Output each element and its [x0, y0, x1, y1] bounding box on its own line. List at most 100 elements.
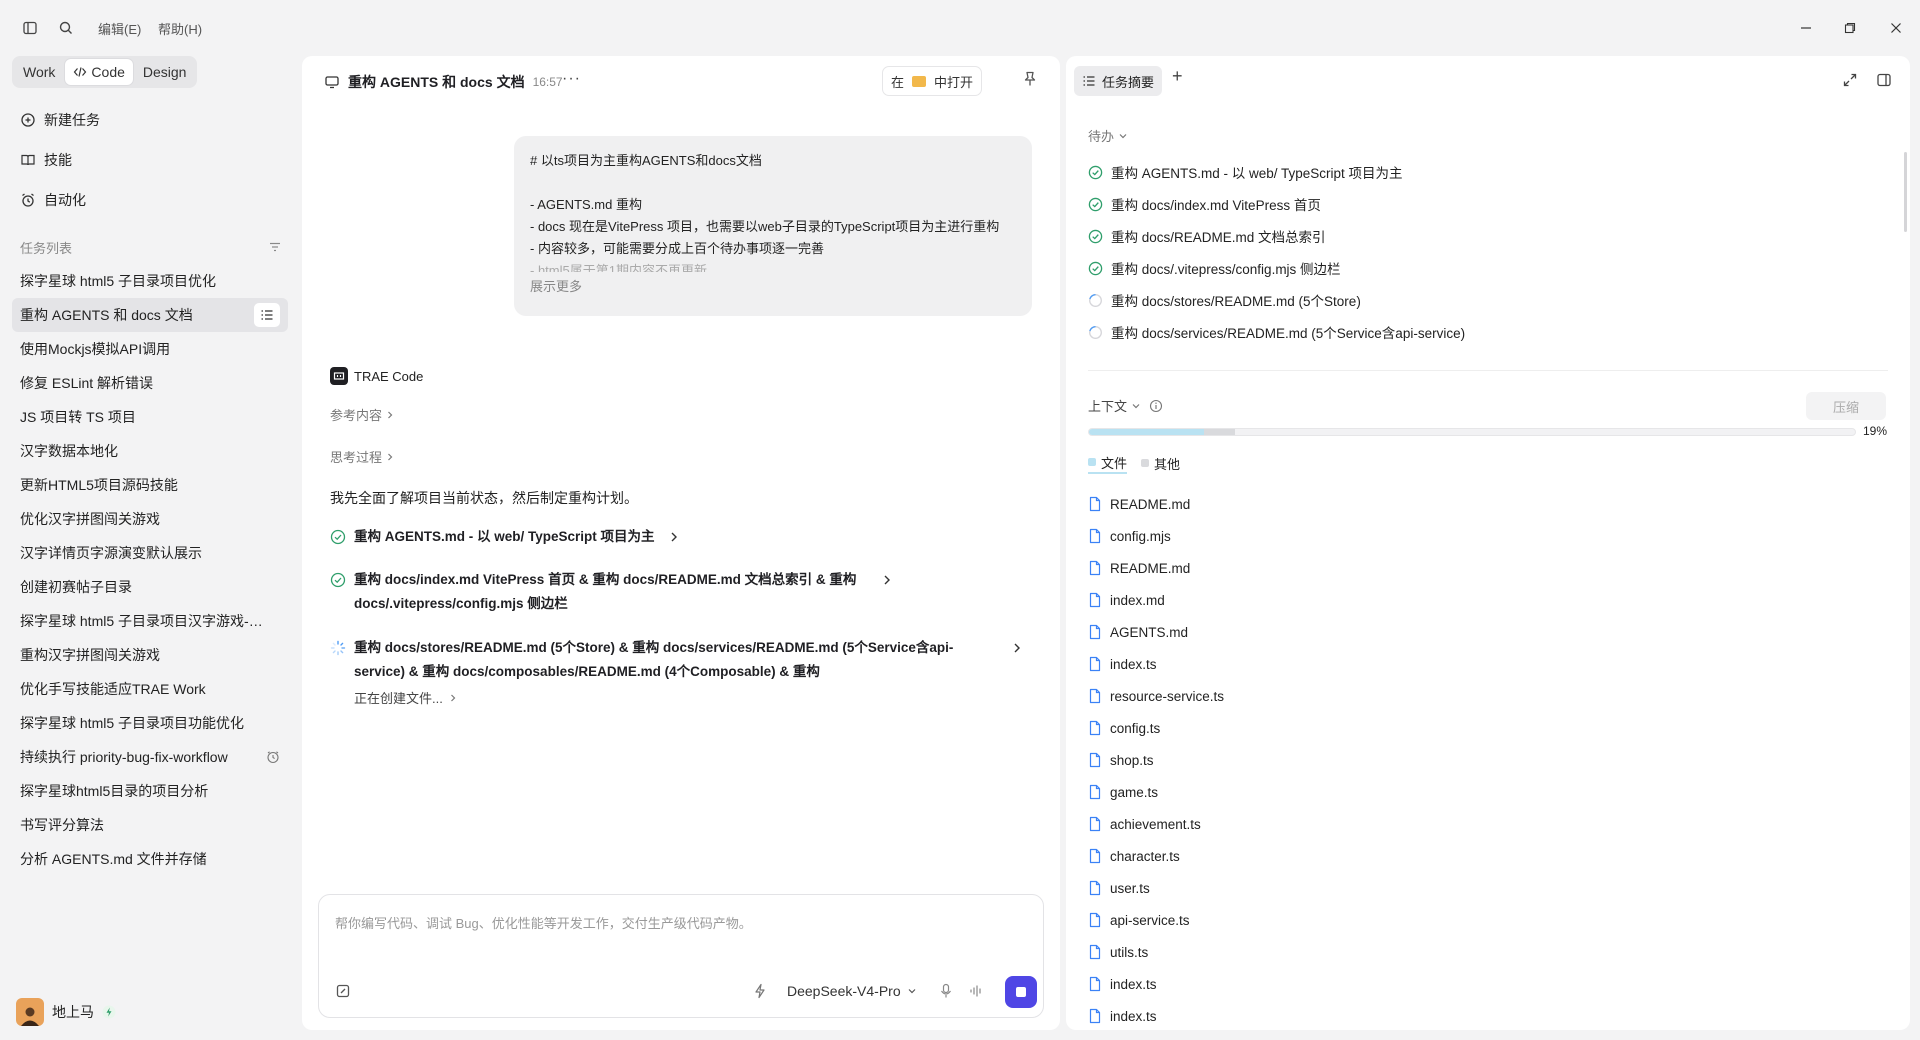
- user-message-line: # 以ts项目为主重构AGENTS和docs文档: [530, 153, 762, 168]
- sidebar: Work Code Design 新建任务 技能 自动化 任务列表 探字星球 h…: [0, 56, 300, 1040]
- scrollbar[interactable]: [1904, 152, 1907, 232]
- file-icon: [1088, 944, 1102, 960]
- task-list-item[interactable]: 探字星球 html5 子目录项目优化: [12, 264, 288, 298]
- plan-step[interactable]: 重构 docs/stores/README.md (5个Store) & 重构 …: [330, 636, 1030, 684]
- task-list-item[interactable]: 重构汉字拼图闯关游戏: [12, 638, 288, 672]
- context-file-item[interactable]: game.ts: [1088, 776, 1788, 808]
- lightning-icon[interactable]: [753, 983, 767, 999]
- context-file-item[interactable]: resource-service.ts: [1088, 680, 1788, 712]
- edit-note-icon[interactable]: [335, 983, 351, 999]
- task-list-item[interactable]: JS 项目转 TS 项目: [12, 400, 288, 434]
- new-task-button[interactable]: 新建任务: [20, 108, 100, 132]
- task-list-item[interactable]: 更新HTML5项目源码技能: [12, 468, 288, 502]
- mode-design-button[interactable]: Design: [135, 59, 195, 85]
- plan-step[interactable]: 重构 AGENTS.md - 以 web/ TypeScript 项目为主: [330, 525, 1030, 549]
- task-list-item[interactable]: 探字星球 html5 子目录项目功能优化: [12, 706, 288, 740]
- context-file-item[interactable]: api-service.ts: [1088, 904, 1788, 936]
- tab-other[interactable]: 其他: [1141, 452, 1180, 474]
- todo-item[interactable]: 重构 docs/README.md 文档总索引: [1088, 220, 1788, 252]
- compress-button[interactable]: 压缩: [1806, 392, 1886, 420]
- side-panel-icon[interactable]: [1876, 72, 1892, 88]
- close-icon[interactable]: [1884, 16, 1908, 40]
- skills-button[interactable]: 技能: [20, 148, 72, 172]
- references-toggle[interactable]: 参考内容: [330, 405, 394, 424]
- task-list-item[interactable]: 探字星球html5目录的项目分析: [12, 774, 288, 808]
- minimize-icon[interactable]: [1794, 16, 1818, 40]
- task-list-item[interactable]: 汉字数据本地化: [12, 434, 288, 468]
- info-icon[interactable]: [1149, 399, 1163, 413]
- context-file-item[interactable]: index.ts: [1088, 1000, 1788, 1030]
- pin-icon[interactable]: [1022, 70, 1038, 88]
- more-options-button[interactable]: ···: [562, 70, 581, 88]
- voice-wave-icon[interactable]: [969, 983, 983, 999]
- tab-task-summary[interactable]: 任务摘要: [1074, 66, 1163, 96]
- model-selector[interactable]: DeepSeek-V4-Pro: [787, 983, 917, 999]
- check-circle-icon: [330, 572, 346, 616]
- todo-item[interactable]: 重构 docs/.vitepress/config.mjs 侧边栏: [1088, 252, 1788, 284]
- context-file-item[interactable]: user.ts: [1088, 872, 1788, 904]
- check-circle-icon: [330, 529, 346, 549]
- file-icon: [1088, 816, 1102, 832]
- menu-edit[interactable]: 编辑(E): [98, 19, 141, 38]
- task-list-item[interactable]: 使用Mockjs模拟API调用: [12, 332, 288, 366]
- add-tab-button[interactable]: +: [1172, 66, 1183, 87]
- context-file-item[interactable]: shop.ts: [1088, 744, 1788, 776]
- task-list-item[interactable]: 分析 AGENTS.md 文件并存储: [12, 842, 288, 876]
- task-list-item[interactable]: 汉字详情页字源演变默认展示: [12, 536, 288, 570]
- context-file-item[interactable]: utils.ts: [1088, 936, 1788, 968]
- agent-intro-text: 我先全面了解项目当前状态，然后制定重构计划。: [330, 490, 638, 506]
- open-in-button[interactable]: 在 中打开: [882, 66, 983, 96]
- plan-step-text: 重构 docs/index.md VitePress 首页 & 重构 docs/…: [354, 572, 857, 611]
- context-file-item[interactable]: index.ts: [1088, 648, 1788, 680]
- sidebar-toggle-icon[interactable]: [20, 18, 40, 38]
- task-list-item[interactable]: 书写评分算法: [12, 808, 288, 842]
- tab-files[interactable]: 文件: [1088, 452, 1128, 474]
- context-file-item[interactable]: README.md: [1088, 552, 1788, 584]
- user-message-line: [530, 172, 1016, 194]
- task-list-item[interactable]: 重构 AGENTS 和 docs 文档: [12, 298, 288, 332]
- task-list-item[interactable]: 优化汉字拼图闯关游戏: [12, 502, 288, 536]
- todo-item[interactable]: 重构 AGENTS.md - 以 web/ TypeScript 项目为主: [1088, 156, 1788, 188]
- task-list-item[interactable]: 优化手写技能适应TRAE Work: [12, 672, 288, 706]
- spinner-icon: [330, 640, 346, 684]
- mode-code-button[interactable]: Code: [65, 59, 133, 85]
- filter-icon[interactable]: [268, 240, 282, 254]
- task-list-item[interactable]: 持续执行 priority-bug-fix-workflow: [12, 740, 288, 774]
- todo-item[interactable]: 重构 docs/index.md VitePress 首页: [1088, 188, 1788, 220]
- task-list-item[interactable]: 创建初赛帖子目录: [12, 570, 288, 604]
- context-file-item[interactable]: index.ts: [1088, 968, 1788, 1000]
- stop-button[interactable]: [1005, 976, 1037, 1008]
- task-list-item[interactable]: 修复 ESLint 解析错误: [12, 366, 288, 400]
- context-file-item[interactable]: README.md: [1088, 488, 1788, 520]
- todo-section-toggle[interactable]: 待办: [1088, 126, 1128, 145]
- context-file-item[interactable]: achievement.ts: [1088, 808, 1788, 840]
- plan-step[interactable]: 重构 docs/index.md VitePress 首页 & 重构 docs/…: [330, 568, 1030, 616]
- thinking-toggle[interactable]: 思考过程: [330, 447, 394, 466]
- context-file-item[interactable]: index.md: [1088, 584, 1788, 616]
- context-file-item[interactable]: config.mjs: [1088, 520, 1788, 552]
- search-icon[interactable]: [56, 18, 76, 38]
- context-file-item[interactable]: character.ts: [1088, 840, 1788, 872]
- expand-icon[interactable]: [1842, 72, 1858, 88]
- task-summary-toggle-icon[interactable]: [254, 303, 280, 327]
- file-name: achievement.ts: [1110, 816, 1201, 832]
- menu-help[interactable]: 帮助(H): [158, 19, 202, 38]
- mode-work-button[interactable]: Work: [15, 59, 63, 85]
- task-list-item[interactable]: 探字星球 html5 子目录项目汉字游戏-汉...: [12, 604, 288, 638]
- file-name: README.md: [1110, 496, 1191, 512]
- tab-other-label: 其他: [1154, 456, 1181, 472]
- todo-item[interactable]: 重构 docs/services/README.md (5个Service含ap…: [1088, 316, 1788, 348]
- todo-item[interactable]: 重构 docs/stores/README.md (5个Store): [1088, 284, 1788, 316]
- restore-icon[interactable]: [1838, 16, 1862, 40]
- creating-status[interactable]: 正在创建文件...: [354, 688, 457, 707]
- composer-input[interactable]: 帮你编写代码、调试 Bug、优化性能等开发工作，交付生产级代码产物。: [335, 913, 752, 932]
- context-file-item[interactable]: config.ts: [1088, 712, 1788, 744]
- context-file-item[interactable]: AGENTS.md: [1088, 616, 1788, 648]
- show-more-link[interactable]: 展示更多: [530, 276, 1016, 298]
- automation-button[interactable]: 自动化: [20, 188, 86, 212]
- user-profile[interactable]: 地上马: [16, 998, 116, 1026]
- microphone-icon[interactable]: [939, 983, 953, 999]
- composer[interactable]: 帮你编写代码、调试 Bug、优化性能等开发工作，交付生产级代码产物。 DeepS…: [318, 894, 1044, 1018]
- context-section-toggle[interactable]: 上下文: [1088, 396, 1163, 415]
- todo-text: 重构 docs/.vitepress/config.mjs 侧边栏: [1111, 262, 1341, 277]
